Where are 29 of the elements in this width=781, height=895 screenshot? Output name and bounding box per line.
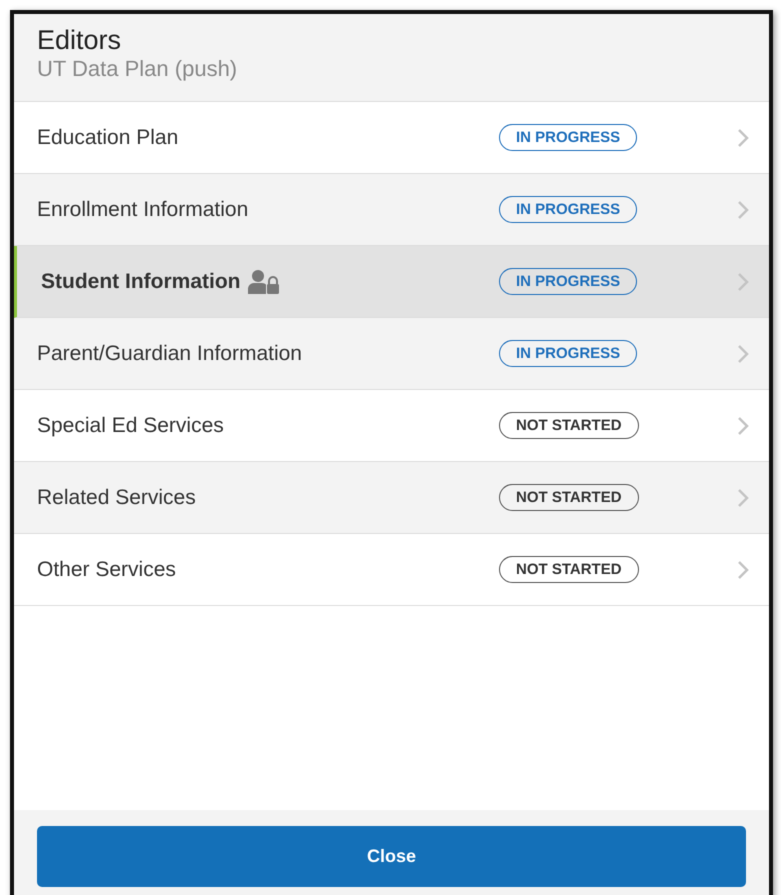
- dialog-title: Editors: [37, 26, 122, 56]
- editor-label: Education Plan: [37, 124, 178, 151]
- chevron-right-icon: [737, 560, 749, 580]
- editor-label: Other Services: [37, 556, 176, 583]
- close-button[interactable]: Close: [37, 826, 746, 887]
- editor-label: Enrollment Information: [37, 196, 248, 223]
- chevron-right-icon: [737, 344, 749, 364]
- editor-row[interactable]: Other Services NOT STARTED: [14, 534, 769, 606]
- editor-label: Student Information: [41, 268, 240, 295]
- editor-label: Special Ed Services: [37, 412, 224, 439]
- chevron-right-icon: [737, 200, 749, 220]
- status-badge: NOT STARTED: [499, 556, 639, 582]
- status-badge: IN PROGRESS: [499, 196, 638, 222]
- chevron-right-icon: [737, 416, 749, 436]
- editor-label: Related Services: [37, 484, 196, 511]
- chevron-right-icon: [737, 272, 749, 292]
- editor-row[interactable]: Related Services NOT STARTED: [14, 462, 769, 534]
- status-badge: IN PROGRESS: [499, 124, 638, 150]
- chevron-right-icon: [737, 488, 749, 508]
- editor-row[interactable]: Student Information IN PROGRESS: [14, 246, 769, 318]
- dialog-subtitle: UT Data Plan (push): [37, 56, 238, 82]
- editor-label: Parent/Guardian Information: [37, 340, 302, 367]
- editor-row[interactable]: Parent/Guardian Information IN PROGRESS: [14, 318, 769, 390]
- editor-row[interactable]: Enrollment Information IN PROGRESS: [14, 174, 769, 246]
- status-badge: NOT STARTED: [499, 484, 639, 510]
- chevron-right-icon: [737, 128, 749, 148]
- status-badge: NOT STARTED: [499, 412, 639, 438]
- status-badge: IN PROGRESS: [499, 340, 638, 366]
- status-badge: IN PROGRESS: [499, 268, 638, 294]
